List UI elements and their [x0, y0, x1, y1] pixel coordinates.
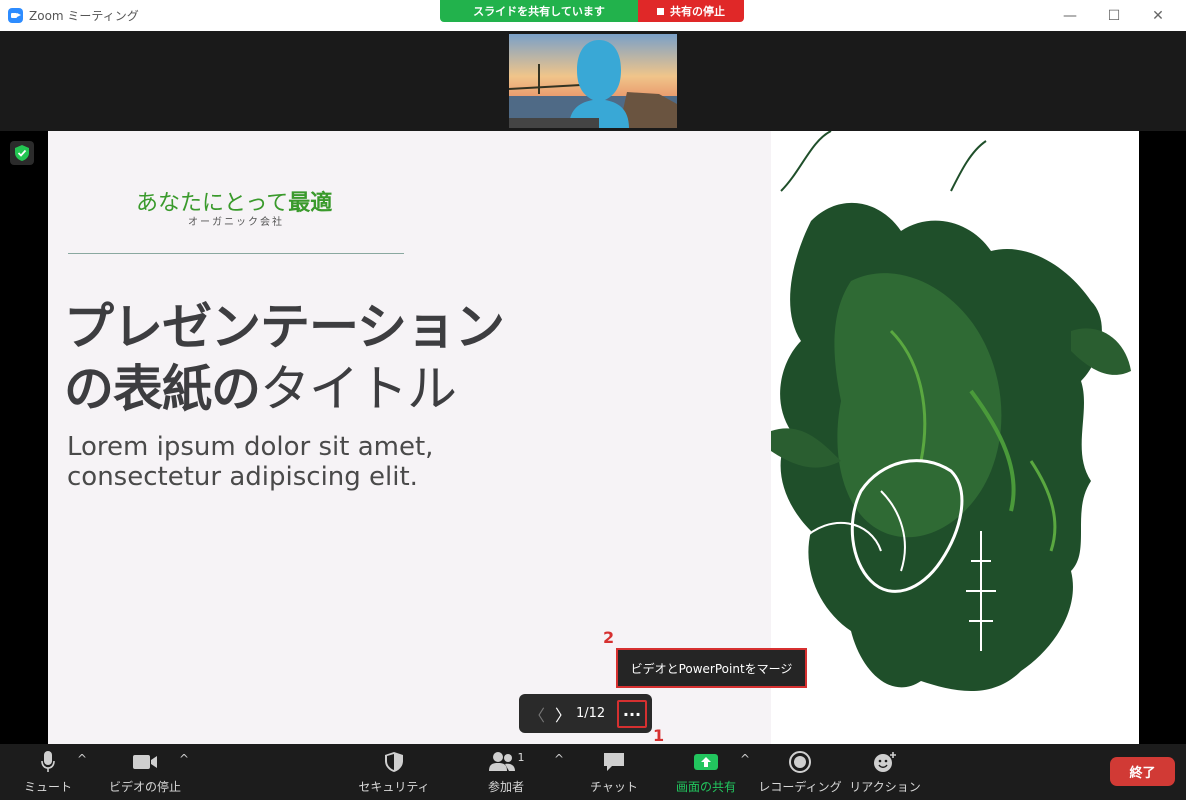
- recording-label: レコーディング: [758, 780, 842, 794]
- more-options-button[interactable]: ···: [617, 700, 647, 728]
- participants-label: 参加者: [487, 780, 524, 794]
- participant-avatar-image: [509, 34, 677, 128]
- next-slide-button[interactable]: 〉: [554, 703, 572, 725]
- stop-share-button[interactable]: 共有の停止: [638, 0, 744, 22]
- slide-body-line2: consectetur adipiscing elit.: [67, 462, 418, 492]
- chat-button[interactable]: チャット: [590, 744, 638, 800]
- stop-icon: [657, 7, 664, 15]
- slide-body-text: Lorem ipsum dolor sit amet, consectetur …: [67, 432, 433, 492]
- maximize-button[interactable]: ☐: [1092, 0, 1136, 31]
- video-camera-icon: [133, 755, 157, 769]
- share-screen-label: 画面の共有: [675, 780, 736, 794]
- reactions-label: リアクション: [849, 780, 921, 794]
- annotation-step-1: 1: [653, 726, 665, 745]
- slide-image-panel: [771, 131, 1139, 744]
- mute-label: ミュート: [23, 780, 72, 794]
- slide-divider-line: [68, 253, 404, 254]
- security-label: セキュリティ: [358, 780, 430, 794]
- sharing-status-banner: スライドを共有しています: [440, 0, 638, 22]
- slide-title-line1: プレゼンテーション: [64, 298, 505, 356]
- shield-icon: [385, 752, 403, 772]
- slide-brand-subtitle: オーガニック会社: [188, 217, 284, 228]
- recording-button[interactable]: レコーディング: [758, 744, 842, 800]
- annotation-step-2: 2: [603, 628, 615, 647]
- encryption-shield-badge[interactable]: [10, 141, 34, 165]
- zoom-app-icon: [8, 8, 23, 23]
- stop-video-label: ビデオの停止: [108, 780, 181, 794]
- slide-brand-emphasis: 最適: [288, 191, 333, 216]
- participant-video-thumbnail[interactable]: [509, 34, 677, 128]
- participants-button[interactable]: 1 参加者: [478, 744, 534, 800]
- chat-label: チャット: [590, 780, 638, 794]
- participants-icon-group: 1: [488, 751, 525, 773]
- slide-main-title: プレゼンテーション の表紙のタイトル: [64, 296, 505, 420]
- participants-options-caret[interactable]: ^: [554, 752, 564, 766]
- smiley-plus-icon: [874, 752, 896, 772]
- participants-icon: [488, 752, 515, 771]
- participants-count: 1: [517, 751, 525, 764]
- slide-body-line1: Lorem ipsum dolor sit amet,: [67, 432, 434, 462]
- fern-botanical-illustration: [771, 131, 1131, 691]
- chat-bubble-icon: [604, 753, 624, 771]
- minimize-button[interactable]: —: [1048, 0, 1092, 31]
- share-screen-icon: [694, 754, 718, 770]
- reactions-button[interactable]: リアクション: [849, 744, 921, 800]
- share-options-caret[interactable]: ^: [740, 752, 750, 766]
- slide-title-line2-bold: の表紙の: [64, 360, 261, 418]
- slide-page-indicator: 1/12: [576, 706, 606, 721]
- share-screen-button[interactable]: 画面の共有: [668, 744, 744, 800]
- merge-video-powerpoint-option[interactable]: ビデオとPowerPointをマージ: [616, 648, 807, 688]
- previous-slide-button[interactable]: 〈: [528, 703, 546, 725]
- microphone-icon: [41, 751, 55, 772]
- mute-button[interactable]: ミュート: [20, 744, 76, 800]
- security-button[interactable]: セキュリティ: [358, 744, 430, 800]
- audio-options-caret[interactable]: ^: [77, 752, 87, 766]
- shield-check-icon: [15, 145, 29, 161]
- slide-title-line2-light: タイトル: [260, 360, 457, 418]
- stop-video-button[interactable]: ビデオの停止: [105, 744, 185, 800]
- stop-share-label: 共有の停止: [670, 5, 725, 18]
- end-meeting-button[interactable]: 終了: [1110, 757, 1175, 786]
- record-icon: [789, 751, 811, 773]
- slide-title-line2: の表紙のタイトル: [64, 358, 504, 420]
- close-button[interactable]: ✕: [1136, 0, 1180, 31]
- window-title: Zoom ミーティング: [29, 9, 139, 23]
- video-options-caret[interactable]: ^: [179, 752, 189, 766]
